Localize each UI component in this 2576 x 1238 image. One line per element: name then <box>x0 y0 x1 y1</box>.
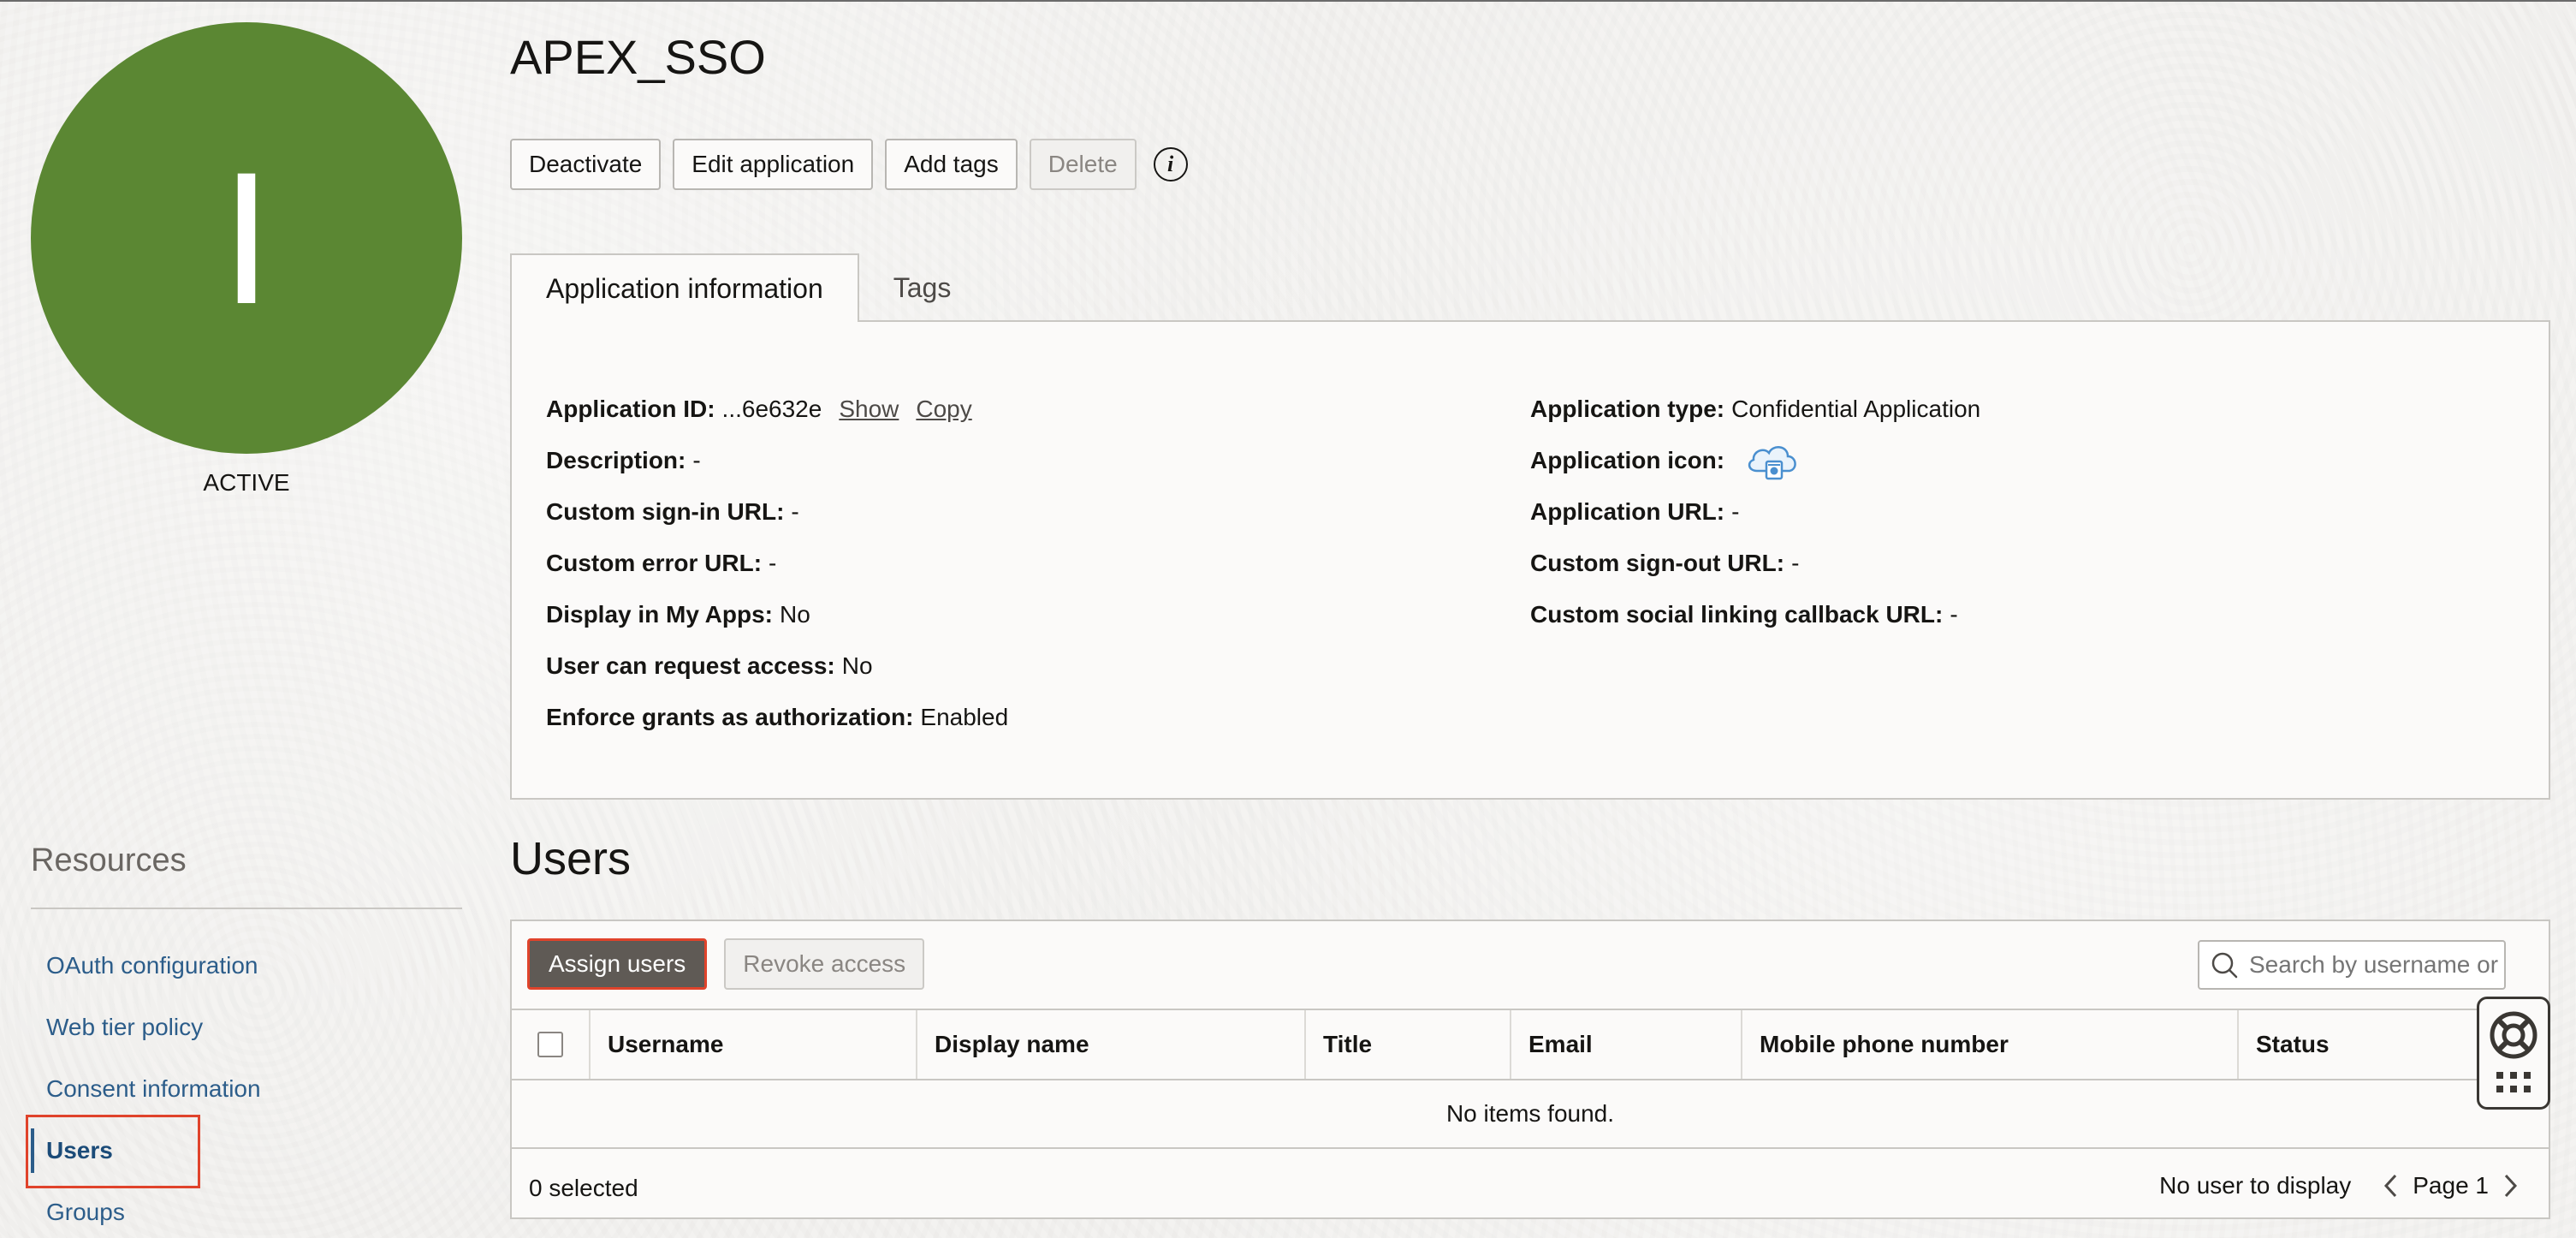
info-value: No <box>841 652 873 679</box>
app-avatar: I <box>31 22 462 454</box>
info-label: Custom error URL: <box>546 550 763 576</box>
lifebuoy-icon <box>2490 1011 2537 1059</box>
resources-divider <box>31 908 462 909</box>
page-label: Page 1 <box>2413 1172 2489 1199</box>
info-value: No <box>780 601 810 628</box>
info-row-custom-sign-in-url: Custom sign-in URL: - <box>546 486 1008 538</box>
info-row-application-icon: Application icon: <box>1530 435 1980 486</box>
info-value: - <box>1731 498 1740 525</box>
column-header-email[interactable]: Email <box>1511 1010 1742 1079</box>
info-row-description: Description: - <box>546 435 1008 486</box>
info-value: - <box>769 550 777 576</box>
info-label: Application URL: <box>1530 498 1725 525</box>
show-id-link[interactable]: Show <box>839 396 899 423</box>
users-panel: Assign users Revoke access Username Disp… <box>510 920 2550 1219</box>
app-grid-icon <box>2496 1072 2531 1093</box>
chevron-right-icon[interactable] <box>2497 1169 2523 1203</box>
search-icon <box>2211 952 2238 979</box>
add-tags-button[interactable]: Add tags <box>885 139 1018 190</box>
assign-users-button[interactable]: Assign users <box>527 938 708 990</box>
info-label: Description: <box>546 447 686 473</box>
page-title: APEX_SSO <box>510 30 766 84</box>
column-header-username[interactable]: Username <box>591 1010 917 1079</box>
deactivate-button[interactable]: Deactivate <box>510 139 662 190</box>
column-header-title[interactable]: Title <box>1306 1010 1511 1079</box>
info-icon[interactable]: i <box>1153 147 1188 182</box>
resource-item-consent-information[interactable]: Consent information <box>31 1058 462 1120</box>
avatar-letter: I <box>220 133 273 343</box>
info-label: User can request access: <box>546 652 835 679</box>
info-value: ...6e632e <box>721 396 822 422</box>
info-value: - <box>692 447 701 473</box>
resources-nav: OAuth configuration Web tier policy Cons… <box>31 935 462 1238</box>
pagination: No user to display Page 1 <box>2159 1164 2531 1207</box>
selected-count: 0 selected <box>529 1175 638 1201</box>
tab-application-information[interactable]: Application information <box>510 253 859 322</box>
column-header-display-name[interactable]: Display name <box>917 1010 1306 1079</box>
resources-title: Resources <box>31 842 187 878</box>
tab-bar: Application information Tags <box>510 253 985 322</box>
tab-tags[interactable]: Tags <box>859 253 986 322</box>
empty-table-message: No items found. <box>512 1080 2549 1149</box>
info-value: - <box>791 498 799 525</box>
info-value: Enabled <box>920 704 1009 730</box>
search-box <box>2198 940 2506 990</box>
info-value: Confidential Application <box>1731 396 1981 422</box>
info-label: Application icon: <box>1530 447 1725 473</box>
chevron-left-icon[interactable] <box>2378 1169 2404 1203</box>
users-table-header: Username Display name Title Email Mobile… <box>512 1009 2549 1080</box>
info-row-application-type: Application type: Confidential Applicati… <box>1530 384 1980 435</box>
select-all-cell <box>512 1010 591 1079</box>
info-label: Custom sign-in URL: <box>546 498 785 525</box>
resource-item-web-tier-policy[interactable]: Web tier policy <box>31 997 462 1058</box>
info-column-left: Application ID: ...6e632e Show Copy Desc… <box>546 384 1008 743</box>
help-widget[interactable] <box>2477 997 2550 1110</box>
copy-id-link[interactable]: Copy <box>916 396 971 423</box>
info-column-right: Application type: Confidential Applicati… <box>1530 384 1980 640</box>
edit-application-button[interactable]: Edit application <box>673 139 874 190</box>
action-toolbar: Deactivate Edit application Add tags Del… <box>510 139 1188 190</box>
info-label: Enforce grants as authorization: <box>546 704 914 730</box>
delete-button[interactable]: Delete <box>1029 139 1137 190</box>
search-input[interactable] <box>2249 951 2504 979</box>
resource-item-oauth-configuration[interactable]: OAuth configuration <box>31 935 462 997</box>
column-header-mobile-phone[interactable]: Mobile phone number <box>1742 1010 2239 1079</box>
info-row-enforce-grants: Enforce grants as authorization: Enabled <box>546 692 1008 743</box>
info-label: Custom sign-out URL: <box>1530 550 1785 576</box>
info-label: Application type: <box>1530 396 1725 422</box>
cloud-app-icon <box>1748 446 1796 480</box>
info-row-display-in-my-apps: Display in My Apps: No <box>546 589 1008 640</box>
application-information-panel: Application ID: ...6e632e Show Copy Desc… <box>510 320 2550 800</box>
select-all-checkbox[interactable] <box>537 1032 563 1057</box>
users-heading: Users <box>510 833 632 884</box>
info-label: Application ID: <box>546 396 715 422</box>
app-status: ACTIVE <box>203 469 290 496</box>
resource-item-users[interactable]: Users <box>31 1120 462 1181</box>
users-toolbar: Assign users Revoke access <box>527 938 936 990</box>
info-row-user-can-request-access: User can request access: No <box>546 640 1008 692</box>
resource-item-groups[interactable]: Groups <box>31 1181 462 1238</box>
info-value: - <box>1791 550 1800 576</box>
info-label: Custom social linking callback URL: <box>1530 601 1944 628</box>
info-value: - <box>1950 601 1958 628</box>
no-user-text: No user to display <box>2159 1172 2352 1199</box>
info-row-custom-sign-out-url: Custom sign-out URL: - <box>1530 538 1980 589</box>
info-row-application-url: Application URL: - <box>1530 486 1980 538</box>
info-label: Display in My Apps: <box>546 601 774 628</box>
info-row-custom-error-url: Custom error URL: - <box>546 538 1008 589</box>
info-row-custom-social-linking-callback-url: Custom social linking callback URL: - <box>1530 589 1980 640</box>
revoke-access-button[interactable]: Revoke access <box>724 938 925 990</box>
info-row-application-id: Application ID: ...6e632e Show Copy <box>546 384 1008 435</box>
